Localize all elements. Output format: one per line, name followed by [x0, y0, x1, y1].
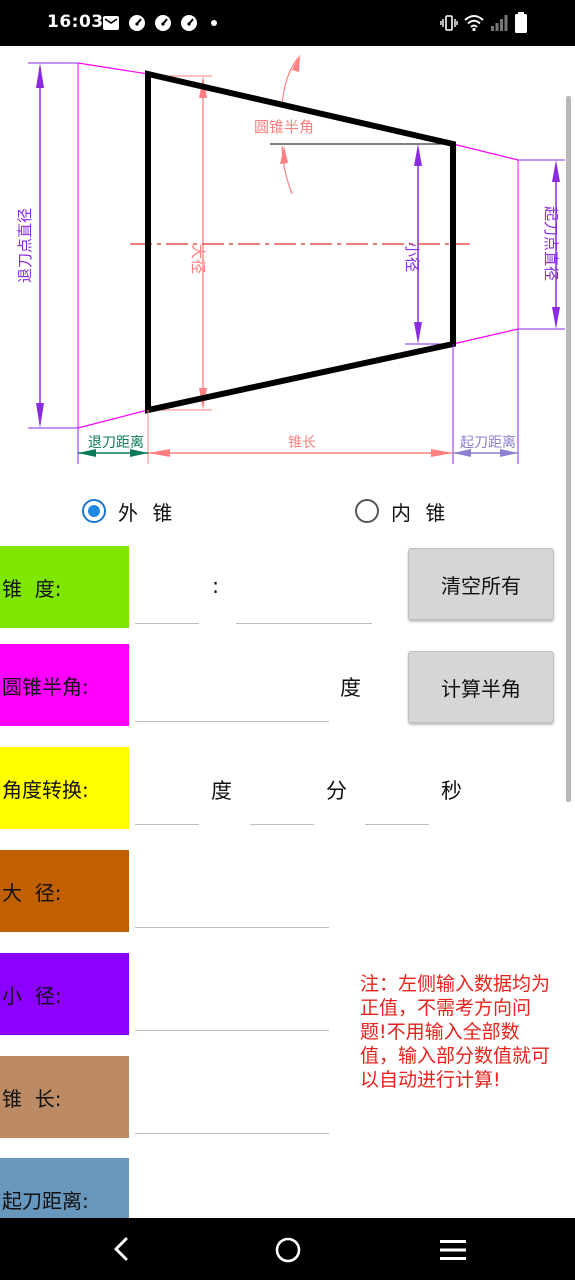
cone-half-angle-label: 圆锥半角	[254, 118, 314, 136]
outer-cone-radio[interactable]: 外 锥	[82, 495, 176, 527]
small-diameter-row-label: 小 径:	[0, 953, 129, 1035]
radio-circle[interactable]	[355, 499, 379, 523]
degree-unit: 度	[211, 779, 232, 803]
taper-label: 锥 度:	[0, 546, 129, 628]
vibrate-icon	[440, 15, 458, 31]
outer-cone-label: 外 锥	[118, 500, 177, 525]
status-bar: 16:03	[0, 0, 575, 46]
recent-apps-icon[interactable]	[440, 1239, 466, 1261]
more-notifications-dot-icon	[211, 20, 217, 26]
start-distance-row-label: 起刀距离:	[0, 1158, 129, 1218]
gauge-notification-icon	[129, 15, 145, 31]
radio-circle-checked[interactable]	[82, 499, 106, 523]
battery-icon	[515, 12, 527, 33]
mail-notification-icon	[103, 16, 119, 30]
home-icon[interactable]	[274, 1236, 302, 1264]
start-distance-label: 起刀距离	[460, 434, 516, 451]
minute-input[interactable]	[250, 792, 314, 825]
retract-point-diameter-label: 退刀点直径	[16, 208, 34, 283]
navigation-bar	[0, 1218, 575, 1280]
half-angle-unit: 度	[340, 676, 361, 700]
taper-numerator-input[interactable]	[135, 591, 199, 624]
small-diameter-label: 小径	[403, 242, 421, 272]
scrollbar[interactable]	[566, 96, 571, 802]
taper-denominator-input[interactable]	[236, 591, 372, 624]
start-point-diameter-label: 起刀点直径	[542, 206, 560, 281]
angle-convert-label: 角度转换:	[0, 747, 129, 829]
cone-length-label: 锥长	[288, 435, 316, 451]
retract-distance-label: 退刀距离	[88, 434, 144, 451]
back-icon[interactable]	[108, 1236, 134, 1262]
large-diameter-input[interactable]	[135, 895, 329, 928]
half-angle-input[interactable]	[135, 689, 329, 722]
large-diameter-row-label: 大 径:	[0, 850, 129, 932]
inner-cone-label: 内 锥	[391, 500, 450, 525]
clear-all-button[interactable]: 清空所有	[408, 548, 554, 620]
calc-half-angle-button[interactable]: 计算半角	[408, 651, 554, 723]
gauge-notification-icon-2	[155, 15, 171, 31]
cone-diagram: 退刀点直径 起刀点直径 大径 小径 圆锥半角 退刀距离 锥长 起刀距离	[16, 54, 565, 464]
second-input[interactable]	[365, 792, 429, 825]
cellular-signal-icon	[491, 15, 508, 31]
half-angle-label: 圆锥半角:	[0, 644, 129, 726]
usage-note: 注：左侧输入数据均为正值，不需考方向问题!不用输入全部数值，输入部分数值就可以自…	[360, 973, 551, 1091]
small-diameter-input[interactable]	[135, 998, 329, 1031]
second-unit: 秒	[441, 779, 462, 803]
status-time: 16:03	[47, 12, 104, 32]
wifi-icon	[464, 15, 484, 32]
inner-cone-radio[interactable]: 内 锥	[355, 495, 449, 527]
large-diameter-label: 大径	[189, 244, 207, 274]
gauge-notification-icon-3	[181, 15, 197, 31]
degree-input[interactable]	[135, 792, 199, 825]
minute-unit: 分	[326, 779, 347, 803]
cone-length-input[interactable]	[135, 1101, 329, 1134]
cone-length-row-label: 锥 长:	[0, 1056, 129, 1138]
taper-separator: :	[212, 574, 220, 598]
app-content[interactable]: 退刀点直径 起刀点直径 大径 小径 圆锥半角 退刀距离 锥长 起刀距离 外 锥 …	[0, 46, 575, 1218]
